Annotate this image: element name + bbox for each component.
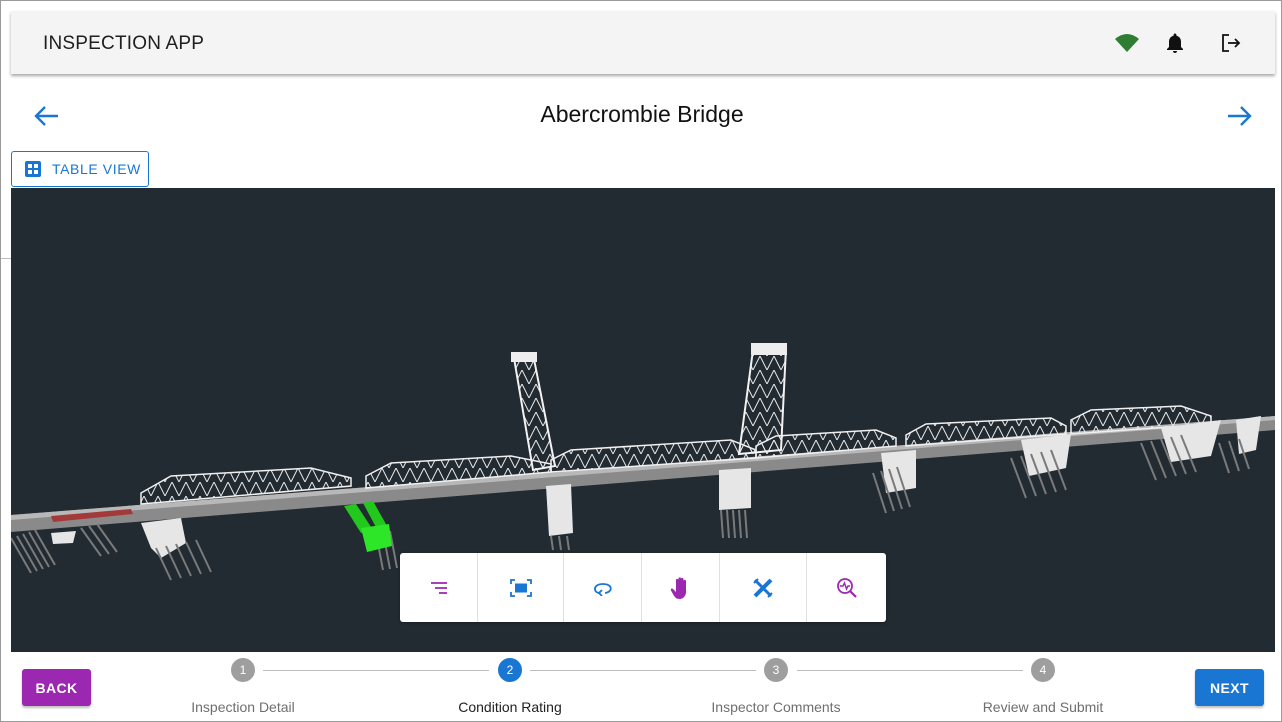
app-bar: INSPECTION APP: [11, 11, 1275, 74]
arrow-right-icon[interactable]: [1224, 101, 1254, 131]
back-button[interactable]: BACK: [22, 669, 91, 706]
orbit-icon: [593, 582, 612, 596]
step-1-label[interactable]: Inspection Detail: [123, 699, 363, 715]
divider: [1, 258, 11, 259]
bell-icon[interactable]: [1162, 31, 1188, 55]
app-title: INSPECTION APP: [43, 33, 205, 54]
step-3-indicator[interactable]: 3: [764, 658, 788, 682]
model-browser-button[interactable]: [400, 553, 478, 622]
step-connector: [797, 670, 1023, 671]
orbit-button[interactable]: [564, 553, 642, 622]
step-1-indicator[interactable]: 1: [231, 658, 255, 682]
hand-icon: [670, 576, 686, 599]
measure-icon: [753, 577, 773, 598]
fit-view-icon: [509, 578, 532, 597]
step-connector: [263, 670, 489, 671]
tree-list-icon: [430, 581, 447, 594]
grid-icon: [25, 161, 41, 177]
step-3-label[interactable]: Inspector Comments: [656, 699, 896, 715]
step-4-indicator[interactable]: 4: [1031, 658, 1055, 682]
page-title: Abercrombie Bridge: [540, 101, 744, 127]
logout-icon[interactable]: [1218, 31, 1244, 55]
lift-tower: [511, 352, 557, 472]
step-2-label[interactable]: Condition Rating: [390, 699, 630, 715]
pan-button[interactable]: [642, 553, 720, 622]
step-2-indicator[interactable]: 2: [498, 658, 522, 682]
measure-button[interactable]: [720, 553, 807, 622]
wifi-icon[interactable]: [1114, 31, 1140, 55]
app-window: INSPECTION APP Abercrombie Bridge TABLE …: [0, 0, 1282, 722]
inspect-button[interactable]: [807, 553, 886, 622]
inspect-zoom-icon: [836, 577, 857, 598]
table-view-label: TABLE VIEW: [52, 161, 141, 177]
step-connector: [530, 670, 756, 671]
table-view-button[interactable]: TABLE VIEW: [11, 151, 149, 187]
selected-element[interactable]: [344, 501, 392, 552]
fit-to-view-button[interactable]: [478, 553, 564, 622]
step-4-label[interactable]: Review and Submit: [923, 699, 1163, 715]
viewer-toolbar: [400, 553, 886, 622]
next-button[interactable]: NEXT: [1195, 669, 1264, 706]
lift-tower: [737, 343, 788, 456]
